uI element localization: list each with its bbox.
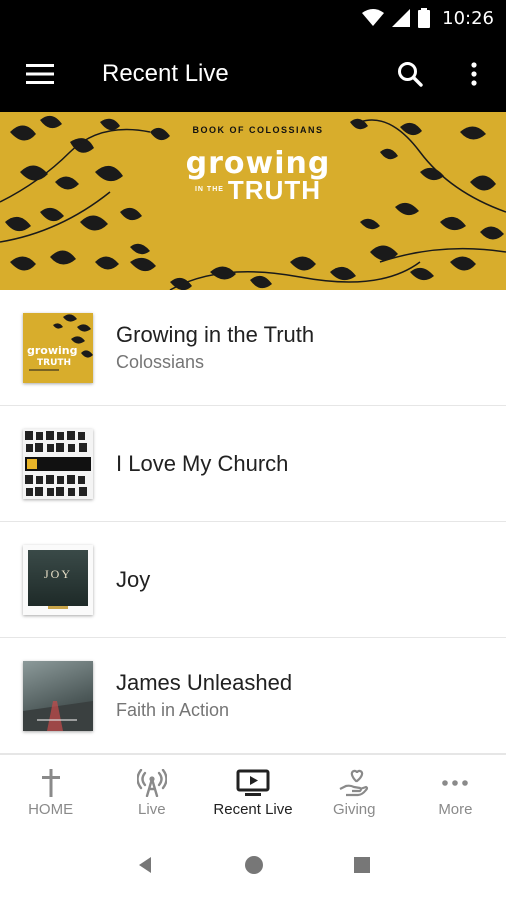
status-bar: 10:26 [0, 0, 506, 36]
home-circle-icon[interactable] [244, 855, 264, 875]
banner-series-label: BOOK OF COLOSSIANS [192, 125, 324, 135]
giving-hand-icon [339, 769, 369, 797]
i-love-my-church-thumbnail [23, 428, 93, 499]
nav-live[interactable]: Live [101, 755, 202, 830]
nav-label: More [438, 801, 473, 818]
series-banner[interactable]: BOOK OF COLOSSIANS growing IN THE TRUTH [0, 112, 506, 290]
banner-title-block: BOOK OF COLOSSIANS growing IN THE TRUTH [160, 122, 356, 203]
list-item[interactable]: JOY Joy [0, 522, 506, 638]
cross-icon [41, 769, 60, 797]
nav-label: Live [138, 801, 166, 818]
system-navigation-bar [0, 830, 506, 900]
wifi-icon [362, 9, 385, 26]
search-button[interactable] [378, 36, 442, 112]
item-title: Joy [116, 566, 151, 592]
signal-icon [392, 9, 411, 27]
broadcast-icon [136, 769, 167, 797]
menu-button[interactable] [0, 36, 80, 112]
growing-in-the-truth-thumbnail: growing TRUTH [23, 312, 93, 383]
banner-title: growing IN THE TRUTH [160, 149, 356, 205]
list-item[interactable]: growing TRUTH Growing in the Truth Coloss… [0, 290, 506, 406]
more-horizontal-icon [442, 780, 469, 786]
back-icon[interactable] [135, 855, 155, 875]
page-title: Recent Live [102, 60, 229, 87]
nav-giving[interactable]: Giving [304, 755, 405, 830]
joy-thumbnail-text: JOY [43, 566, 72, 581]
nav-recent-live[interactable]: Recent Live [202, 755, 303, 830]
search-icon [398, 62, 423, 87]
nav-label: Giving [332, 801, 376, 818]
nav-home[interactable]: HOME [0, 755, 101, 830]
list-item[interactable]: James Unleashed Faith in Action [0, 638, 506, 754]
tv-play-icon [236, 769, 270, 796]
overflow-menu-button[interactable] [442, 36, 506, 112]
list-item[interactable]: I Love My Church [0, 406, 506, 522]
banner-title-line2: TRUTH [227, 175, 322, 205]
hamburger-menu-icon [26, 64, 54, 84]
app-bar: Recent Live [0, 36, 506, 112]
item-subtitle: Colossians [116, 352, 205, 372]
item-title: James Unleashed [116, 670, 293, 695]
recents-square-icon[interactable] [353, 856, 371, 874]
battery-icon [418, 8, 431, 28]
status-time: 10:26 [442, 7, 494, 29]
joy-thumbnail: JOY [23, 544, 93, 615]
item-subtitle: Faith in Action [116, 700, 230, 720]
nav-label: HOME [28, 801, 74, 818]
banner-title-small: IN THE [194, 186, 224, 194]
nav-label: Recent Live [213, 801, 293, 818]
more-vertical-icon [471, 62, 477, 86]
item-title: Growing in the Truth [116, 322, 315, 347]
nav-more[interactable]: More [405, 755, 506, 830]
item-title: I Love My Church [116, 450, 289, 476]
series-list: growing TRUTH Growing in the Truth Coloss… [0, 290, 506, 754]
james-unleashed-thumbnail [23, 660, 93, 731]
bottom-navigation: HOME Live Recent Live Giving More [0, 754, 506, 830]
